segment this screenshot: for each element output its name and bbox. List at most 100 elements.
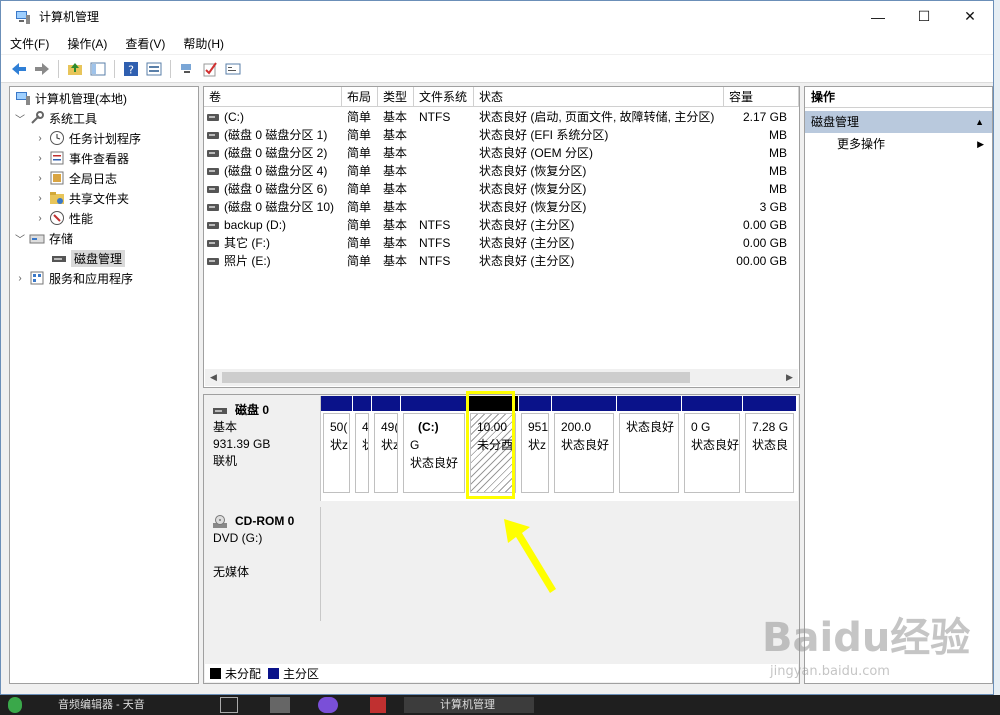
- volume-capacity: 2.17 GB: [742, 110, 787, 124]
- volume-row[interactable]: (磁盘 0 磁盘分区 10) 简单 基本 状态良好 (恢复分区) 3 GB: [204, 198, 799, 216]
- volume-type: 基本: [383, 200, 408, 214]
- tree-item-disk-management[interactable]: 磁盘管理: [48, 248, 126, 268]
- collapse-icon[interactable]: ﹀: [14, 111, 26, 126]
- partition[interactable]: 7.28 G 状态良: [743, 396, 796, 497]
- drive-icon: [207, 167, 219, 175]
- partition-body: 49( 状z: [374, 413, 398, 493]
- scroll-right-icon[interactable]: ▶: [781, 369, 798, 386]
- minimize-button[interactable]: —: [855, 1, 901, 32]
- menu-file[interactable]: 文件(F): [1, 35, 58, 52]
- volume-row[interactable]: (磁盘 0 磁盘分区 4) 简单 基本 状态良好 (恢复分区) MB: [204, 162, 799, 180]
- computer-icon: [16, 92, 30, 105]
- volume-row[interactable]: (C:) 简单 基本 NTFS 状态良好 (启动, 页面文件, 故障转储, 主分区) 2.…: [204, 108, 799, 126]
- tree-item-global-log[interactable]: › 全局日志: [34, 168, 117, 188]
- partition-body: 951 状z: [521, 413, 549, 493]
- disk-icon: [52, 256, 66, 262]
- partition-text: 状z: [381, 438, 398, 452]
- volume-type: 基本: [383, 254, 408, 268]
- tree-label: 全局日志: [69, 171, 118, 186]
- forward-icon[interactable]: [32, 59, 52, 79]
- volume-status: 状态良好 (主分区): [479, 254, 575, 268]
- column-header-volume[interactable]: 卷: [204, 87, 342, 107]
- volume-row[interactable]: backup (D:) 简单 基本 NTFS 状态良好 (主分区) 0.00 GB: [204, 216, 799, 234]
- partition-text: 50(: [330, 420, 348, 434]
- menu-help[interactable]: 帮助(H): [174, 35, 233, 52]
- expand-icon[interactable]: ›: [34, 173, 46, 184]
- volume-filesystem: [414, 180, 474, 198]
- volume-filesystem: NTFS: [419, 218, 451, 232]
- expand-icon[interactable]: ›: [34, 193, 46, 204]
- tree-item-root[interactable]: 计算机管理(本地): [12, 88, 127, 108]
- volume-filesystem: [414, 162, 474, 180]
- collapse-icon[interactable]: ﹀: [14, 231, 26, 246]
- tree-item-storage[interactable]: ﹀ 存储: [14, 228, 73, 248]
- more-actions-item[interactable]: 更多操作 ▶: [805, 133, 992, 155]
- volume-row[interactable]: (磁盘 0 磁盘分区 1) 简单 基本 状态良好 (EFI 系统分区) MB: [204, 126, 799, 144]
- column-header-layout[interactable]: 布局: [342, 87, 378, 107]
- cdrom0-info[interactable]: CD-ROM 0 DVD (G:) 无媒体: [205, 507, 321, 621]
- menu-action[interactable]: 操作(A): [58, 35, 116, 52]
- drive-icon: [207, 221, 219, 229]
- volume-row[interactable]: 其它 (F:) 简单 基本 NTFS 状态良好 (主分区) 0.00 GB: [204, 234, 799, 252]
- taskbar-item-editor[interactable]: 音频编辑器 - 天音: [58, 697, 208, 713]
- actions-section-disk-management[interactable]: 磁盘管理 ▲: [805, 111, 992, 133]
- close-button[interactable]: ✕: [947, 1, 993, 32]
- event-viewer-icon: [50, 151, 64, 165]
- help-icon[interactable]: ?: [121, 59, 141, 79]
- maximize-button[interactable]: ☐: [901, 1, 947, 32]
- horizontal-scrollbar[interactable]: ◀ ▶: [205, 369, 798, 386]
- tree-item-task-scheduler[interactable]: › 任务计划程序: [34, 128, 141, 148]
- properties-icon[interactable]: [144, 59, 164, 79]
- show-tree-icon[interactable]: [88, 59, 108, 79]
- taskbar-calculator-icon[interactable]: [220, 697, 238, 713]
- menu-view[interactable]: 查看(V): [116, 35, 174, 52]
- column-header-status[interactable]: 状态: [474, 87, 724, 107]
- volume-row[interactable]: (磁盘 0 磁盘分区 2) 简单 基本 状态良好 (OEM 分区) MB: [204, 144, 799, 162]
- expand-icon[interactable]: ›: [34, 153, 46, 164]
- tree-item-event-viewer[interactable]: › 事件查看器: [34, 148, 129, 168]
- taskbar-app-icon[interactable]: [8, 697, 22, 713]
- volume-row[interactable]: 照片 (E:) 简单 基本 NTFS 状态良好 (主分区) 00.00 GB: [204, 252, 799, 270]
- column-header-filesystem[interactable]: 文件系统: [414, 87, 474, 107]
- toolbar: ?: [1, 55, 993, 83]
- disk0-info[interactable]: 磁盘 0 基本 931.39 GB 联机: [205, 396, 321, 501]
- volume-name: (磁盘 0 磁盘分区 2): [204, 144, 342, 162]
- partition[interactable]: 200.0 状态良好: [552, 396, 616, 497]
- taskbar-app-icon[interactable]: [270, 697, 290, 713]
- collapse-up-icon[interactable]: ▲: [975, 111, 984, 133]
- volume-status: 状态良好 (恢复分区): [479, 182, 587, 196]
- disk0-partition-strip: 50(状z4状49(状z(C:)G状态良好10.00未分酉951状z200.0状…: [321, 391, 798, 501]
- scroll-left-icon[interactable]: ◀: [205, 369, 222, 386]
- disk0-name: 磁盘 0: [235, 403, 270, 417]
- expand-icon[interactable]: ›: [34, 133, 46, 144]
- connect-icon[interactable]: [177, 59, 197, 79]
- taskbar-app-icon[interactable]: [318, 697, 338, 713]
- partition[interactable]: (C:) G 状态良好: [401, 396, 467, 497]
- tree-item-performance[interactable]: › 性能: [34, 208, 93, 228]
- partition[interactable]: 4状: [353, 396, 371, 497]
- partition[interactable]: 49( 状z: [372, 396, 400, 497]
- check-icon[interactable]: [200, 59, 220, 79]
- view-list-icon[interactable]: [223, 59, 243, 79]
- column-header-type[interactable]: 类型: [378, 87, 414, 107]
- expand-icon[interactable]: ›: [34, 213, 46, 224]
- volume-layout: 简单: [347, 200, 372, 214]
- legend-primary: 主分区: [283, 666, 320, 681]
- partition[interactable]: 状态良好: [617, 396, 681, 497]
- tree-item-shared-folders[interactable]: › 共享文件夹: [34, 188, 129, 208]
- volume-row[interactable]: (磁盘 0 磁盘分区 6) 简单 基本 状态良好 (恢复分区) MB: [204, 180, 799, 198]
- partition[interactable]: 50(状z: [321, 396, 352, 497]
- column-header-capacity[interactable]: 容量: [724, 87, 799, 107]
- back-icon[interactable]: [9, 59, 29, 79]
- tree-item-system-tools[interactable]: ﹀ 系统工具: [14, 108, 97, 128]
- taskbar-app-icon[interactable]: [370, 697, 386, 713]
- scrollbar-thumb[interactable]: [222, 372, 690, 383]
- expand-icon[interactable]: ›: [14, 273, 26, 284]
- partition[interactable]: 0 G 状态良好: [682, 396, 742, 497]
- tree-item-services[interactable]: › 服务和应用程序: [14, 268, 133, 288]
- partition[interactable]: 951 状z: [519, 396, 551, 497]
- partition-text: 49(: [381, 420, 398, 434]
- up-folder-icon[interactable]: [65, 59, 85, 79]
- volume-name: (磁盘 0 磁盘分区 6): [204, 180, 342, 198]
- taskbar-item-computer-management[interactable]: 计算机管理: [404, 697, 534, 713]
